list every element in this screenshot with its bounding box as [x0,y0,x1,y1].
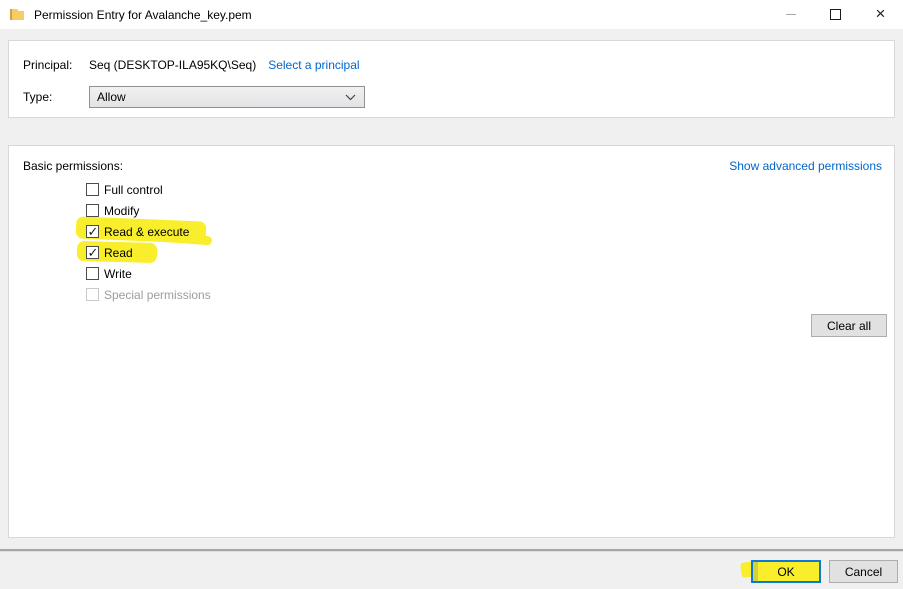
checkmark-icon: ✓ [88,225,99,238]
checkbox[interactable]: ✓ [86,183,99,196]
checkbox[interactable]: ✓ [86,267,99,280]
checkbox-label: Write [104,267,132,281]
checkmark-icon: ✓ [88,246,99,259]
principal-row: Principal: Seq (DESKTOP-ILA95KQ\Seq) Sel… [23,57,360,73]
ok-button[interactable]: OK [751,560,821,583]
maximize-icon [830,9,841,20]
minimize-icon [786,14,796,15]
checkbox-label: Special permissions [104,288,211,302]
checkbox-label: Full control [104,183,163,197]
permission-row-read-execute[interactable]: ✓ Read & execute [86,221,346,242]
close-button[interactable]: × [858,0,903,29]
checkbox-label: Read & execute [104,225,189,239]
permissions-list: ✓ Full control ✓ Modify ✓ Read & execute… [86,179,346,305]
checkbox-label: Modify [104,204,139,218]
permission-row-write[interactable]: ✓ Write [86,263,346,284]
footer-divider [0,549,903,551]
type-dropdown-value: Allow [97,90,126,104]
checkbox-label: Read [104,246,133,260]
principal-label: Principal: [23,58,89,72]
show-advanced-permissions-link[interactable]: Show advanced permissions [729,159,882,173]
principal-panel: Principal: Seq (DESKTOP-ILA95KQ\Seq) Sel… [8,40,895,118]
checkbox[interactable]: ✓ [86,225,99,238]
minimize-button[interactable] [768,0,813,29]
permission-row-read[interactable]: ✓ Read [86,242,346,263]
permission-row-full-control[interactable]: ✓ Full control [86,179,346,200]
permission-entry-dialog: Permission Entry for Avalanche_key.pem ×… [0,0,903,589]
checkbox[interactable]: ✓ [86,204,99,217]
window-title: Permission Entry for Avalanche_key.pem [34,8,252,22]
select-principal-link[interactable]: Select a principal [268,58,359,72]
type-row: Type: Allow [23,86,365,108]
basic-permissions-label: Basic permissions: [23,159,123,173]
checkbox[interactable]: ✓ [86,246,99,259]
maximize-button[interactable] [813,0,858,29]
type-dropdown[interactable]: Allow [89,86,365,108]
type-label: Type: [23,90,89,104]
principal-value: Seq (DESKTOP-ILA95KQ\Seq) [89,58,256,72]
permission-row-special[interactable]: ✓ Special permissions [86,284,346,305]
permissions-panel: Basic permissions: Show advanced permiss… [8,145,895,538]
window-controls: × [768,0,903,29]
close-icon: × [876,5,886,22]
checkbox[interactable]: ✓ [86,288,99,301]
folder-icon [10,8,25,21]
chevron-down-icon [345,90,356,104]
title-bar: Permission Entry for Avalanche_key.pem × [0,0,903,29]
cancel-button[interactable]: Cancel [829,560,898,583]
clear-all-button[interactable]: Clear all [811,314,887,337]
